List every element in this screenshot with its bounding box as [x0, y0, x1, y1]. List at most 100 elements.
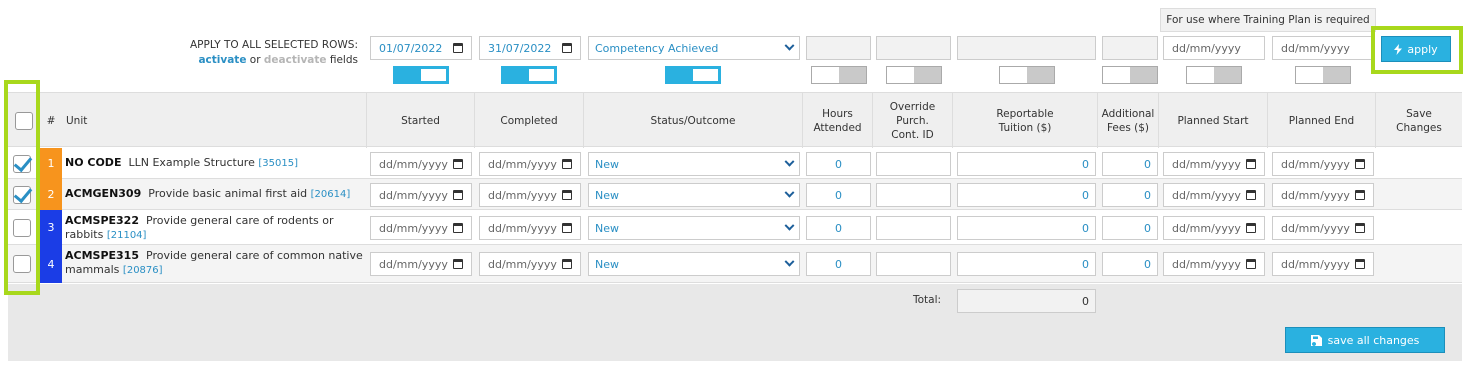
fees-input[interactable]: 0: [1102, 152, 1158, 176]
completed-date-input[interactable]: dd/mm/yyyy: [479, 183, 581, 207]
status-select[interactable]: New: [588, 152, 800, 176]
deactivate-link[interactable]: deactivate: [264, 54, 327, 66]
hours-input[interactable]: 0: [806, 183, 871, 207]
fees-input[interactable]: 0: [1102, 216, 1158, 240]
started-date-input[interactable]: dd/mm/yyyy: [370, 183, 472, 207]
fees-input[interactable]: 0: [1102, 183, 1158, 207]
row-number-badge: 4: [40, 245, 62, 283]
toggle-hours[interactable]: [811, 66, 867, 84]
unit-id-link[interactable]: 20614: [315, 189, 347, 200]
override-input[interactable]: [876, 216, 951, 240]
unit-id-link[interactable]: 20876: [127, 265, 159, 276]
calendar-icon: [562, 43, 572, 53]
chevron-down-icon: [784, 156, 795, 167]
apply-instruction-label: APPLY TO ALL SELECTED ROWS:: [189, 39, 358, 51]
tuition-input[interactable]: 0: [957, 152, 1096, 176]
toggle-fees[interactable]: [1102, 66, 1158, 84]
toggle-status[interactable]: [665, 66, 721, 84]
unit-id-link[interactable]: 21104: [111, 230, 143, 241]
override-input[interactable]: [876, 183, 951, 207]
col-hours: Hours Attended: [803, 93, 873, 148]
training-plan-note: For use where Training Plan is required: [1160, 8, 1376, 32]
started-date-input[interactable]: dd/mm/yyyy: [370, 216, 472, 240]
unit-code: NO CODE: [65, 156, 122, 169]
calendar-icon: [562, 159, 572, 169]
apply-started-value: 01/07/2022: [379, 41, 443, 55]
calendar-icon: [562, 259, 572, 269]
col-planned-start: Planned Start: [1159, 93, 1268, 148]
hours-input[interactable]: 0: [806, 152, 871, 176]
col-fees: Additional Fees ($): [1098, 93, 1159, 148]
started-date-input[interactable]: dd/mm/yyyy: [370, 252, 472, 276]
hours-input[interactable]: 0: [806, 216, 871, 240]
apply-planned-start-input[interactable]: dd/mm/yyyy: [1163, 36, 1265, 60]
apply-started-input[interactable]: 01/07/2022: [370, 36, 472, 60]
toggle-planned-start[interactable]: [1186, 66, 1242, 84]
status-select[interactable]: New: [588, 216, 800, 240]
calendar-icon: [1246, 190, 1256, 200]
apply-planned-end-value: dd/mm/yyyy: [1281, 41, 1350, 55]
calendar-icon: [453, 223, 463, 233]
bolt-icon: [1394, 43, 1403, 55]
tuition-input[interactable]: 0: [957, 216, 1096, 240]
completed-date-input[interactable]: dd/mm/yyyy: [479, 252, 581, 276]
toggle-tuition[interactable]: [999, 66, 1055, 84]
toggle-planned-end[interactable]: [1295, 66, 1351, 84]
unit-id-link[interactable]: 35015: [262, 158, 294, 169]
calendar-icon: [453, 259, 463, 269]
toggle-override[interactable]: [886, 66, 942, 84]
calendar-icon: [1355, 159, 1365, 169]
fields-text: fields: [329, 54, 358, 66]
unit-code: ACMGEN309: [65, 187, 142, 200]
unit-cell: ACMSPE315 Provide general care of common…: [65, 249, 363, 276]
override-input[interactable]: [876, 252, 951, 276]
started-date-input[interactable]: dd/mm/yyyy: [370, 152, 472, 176]
planned-end-input[interactable]: dd/mm/yyyy: [1272, 152, 1374, 176]
checkbox-column-highlight: [4, 80, 40, 295]
apply-button[interactable]: apply: [1381, 36, 1451, 62]
apply-planned-start-value: dd/mm/yyyy: [1172, 41, 1241, 55]
col-num: #: [46, 114, 56, 127]
col-status: Status/Outcome: [584, 93, 803, 148]
apply-planned-end-input[interactable]: dd/mm/yyyy: [1272, 36, 1374, 60]
planned-start-input[interactable]: dd/mm/yyyy: [1163, 183, 1265, 207]
activate-link[interactable]: activate: [198, 54, 246, 66]
toggle-completed[interactable]: [501, 66, 557, 84]
override-input[interactable]: [876, 152, 951, 176]
total-label: Total:: [913, 294, 942, 306]
planned-start-input[interactable]: dd/mm/yyyy: [1163, 152, 1265, 176]
completed-date-input[interactable]: dd/mm/yyyy: [479, 216, 581, 240]
row-number-badge: 3: [40, 210, 62, 245]
calendar-icon: [1355, 259, 1365, 269]
table-footer: [8, 284, 1462, 361]
tuition-input[interactable]: 0: [957, 183, 1096, 207]
apply-hours-input: [806, 36, 871, 60]
save-all-label: save all changes: [1327, 333, 1420, 347]
planned-start-input[interactable]: dd/mm/yyyy: [1163, 216, 1265, 240]
fees-input[interactable]: 0: [1102, 252, 1158, 276]
calendar-icon: [1355, 223, 1365, 233]
calendar-icon: [453, 190, 463, 200]
hours-input[interactable]: 0: [806, 252, 871, 276]
apply-status-select[interactable]: Competency Achieved: [588, 36, 800, 60]
tuition-input[interactable]: 0: [957, 252, 1096, 276]
planned-start-input[interactable]: dd/mm/yyyy: [1163, 252, 1265, 276]
col-planned-end: Planned End: [1268, 93, 1376, 148]
unit-cell: ACMGEN309 Provide basic animal first aid…: [65, 187, 351, 200]
completed-date-input[interactable]: dd/mm/yyyy: [479, 152, 581, 176]
planned-end-input[interactable]: dd/mm/yyyy: [1272, 216, 1374, 240]
apply-completed-input[interactable]: 31/07/2022: [479, 36, 581, 60]
table-row: 3 ACMSPE322 Provide general care of rode…: [8, 210, 1462, 245]
save-all-button[interactable]: save all changes: [1285, 327, 1445, 353]
calendar-icon: [562, 223, 572, 233]
planned-end-input[interactable]: dd/mm/yyyy: [1272, 252, 1374, 276]
calendar-icon: [1246, 223, 1256, 233]
col-save: Save Changes: [1396, 107, 1442, 134]
apply-fees-input: [1102, 36, 1158, 60]
status-select[interactable]: New: [588, 183, 800, 207]
table-header: # Unit Started Completed Status/Outcome …: [8, 92, 1462, 148]
apply-instructions: APPLY TO ALL SELECTED ROWS: activate or …: [190, 38, 358, 68]
planned-end-input[interactable]: dd/mm/yyyy: [1272, 183, 1374, 207]
toggle-started[interactable]: [393, 66, 449, 84]
status-select[interactable]: New: [588, 252, 800, 276]
